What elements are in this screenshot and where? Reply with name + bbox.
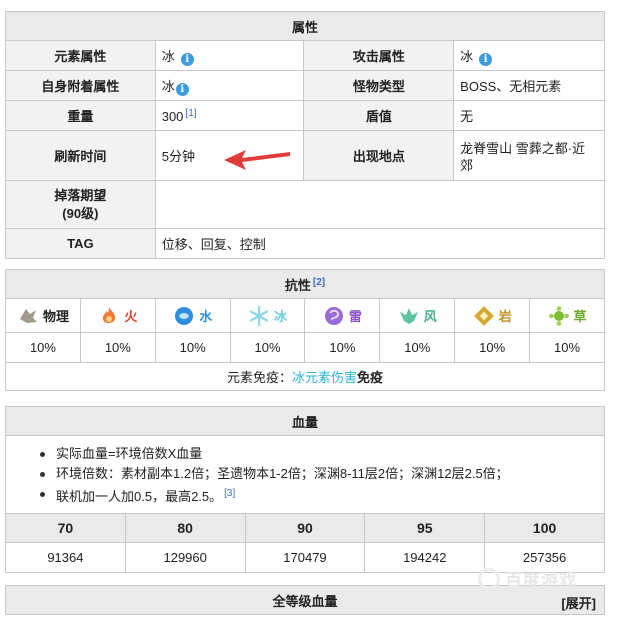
reference-link[interactable]: [3]	[224, 488, 235, 499]
element-attribute-text: 冰	[161, 48, 175, 64]
resist-physical-name: 物理	[42, 309, 69, 324]
resistance-title-text: 抗性	[284, 277, 311, 293]
weight-value: 300 [1]	[154, 100, 305, 131]
weight-label: 重量	[5, 100, 156, 131]
tag-value: 位移、回复、控制	[154, 228, 606, 259]
self-attach-label: 自身附着属性	[5, 70, 156, 101]
immunity-highlight: 冰元素伤害	[291, 370, 357, 385]
monster-type-label: 怪物类型	[303, 70, 455, 101]
resist-hydro: 水	[154, 298, 231, 333]
immunity-suffix: 免疫	[357, 370, 384, 385]
hp-level-95: 95	[364, 513, 486, 543]
attack-attribute-value: 冰i	[453, 40, 605, 71]
physical-icon	[19, 308, 37, 323]
hp-note: 实际血量=环境倍数X血量	[6, 444, 604, 464]
element-immunity: 元素免疫：冰元素伤害免疫	[5, 362, 605, 391]
drop-expectation-level: (90级)	[62, 205, 99, 221]
resist-dendro-value: 10%	[529, 332, 605, 363]
weight-text: 300	[161, 108, 184, 124]
drop-expectation-value	[154, 180, 606, 229]
hp-note-text: 环境倍数：素材副本1.2倍；圣遗物本1-2倍；深渊8-11层2倍；深渊12层2.…	[56, 466, 509, 481]
watermark: 百度游戏	[505, 571, 577, 590]
hp-value-90: 170479	[244, 542, 366, 573]
resist-physical: 物理	[5, 298, 81, 333]
attributes-table: 属性 元素属性 冰i 攻击属性 冰i 自身附着属性 冰i 怪物类型 BOSS、无…	[5, 11, 606, 259]
hydro-icon	[175, 306, 194, 325]
attributes-title: 属性	[5, 11, 605, 41]
resist-geo-name: 岩	[498, 309, 512, 324]
self-attach-value: 冰i	[154, 70, 305, 101]
location-value: 龙脊雪山 雪葬之都·近郊	[453, 130, 605, 181]
resist-pyro: 火	[79, 298, 156, 333]
resist-dendro-name: 草	[573, 309, 587, 324]
hp-value-70: 91364	[5, 542, 126, 573]
attack-attribute-text: 冰	[460, 48, 474, 64]
immunity-prefix: 元素免疫：	[226, 370, 292, 385]
hp-note-text: 实际血量=环境倍数X血量	[56, 446, 203, 461]
resistance-title: 抗性 [2]	[5, 269, 605, 299]
watermark-logo-icon	[478, 568, 500, 590]
anemo-icon	[399, 307, 418, 324]
resist-cryo-name: 冰	[274, 309, 288, 324]
reference-link[interactable]: [2]	[313, 277, 325, 288]
refresh-time-label: 刷新时间	[5, 130, 156, 181]
hp-value-80: 129960	[124, 542, 246, 573]
hp-title: 血量	[5, 406, 605, 436]
resist-hydro-value: 10%	[154, 332, 231, 363]
hp-level-90: 90	[244, 513, 366, 543]
cryo-icon	[249, 305, 269, 326]
resist-pyro-value: 10%	[79, 332, 156, 363]
hp-note: 环境倍数：素材副本1.2倍；圣遗物本1-2倍；深渊8-11层2倍；深渊12层2.…	[6, 464, 604, 484]
self-attach-text: 冰	[161, 78, 175, 94]
monster-type-value: BOSS、无相元素	[453, 70, 605, 101]
resist-cryo: 冰	[229, 298, 306, 333]
hp-notes: 实际血量=环境倍数X血量 环境倍数：素材副本1.2倍；圣遗物本1-2倍；深渊8-…	[5, 435, 605, 514]
attack-attribute-label: 攻击属性	[303, 40, 455, 71]
resist-pyro-name: 火	[124, 309, 138, 324]
resist-anemo-name: 风	[423, 309, 437, 324]
element-attribute-label: 元素属性	[5, 40, 156, 71]
resist-electro-name: 雷	[348, 309, 362, 324]
reference-link[interactable]: [1]	[185, 108, 196, 119]
resist-electro: 雷	[304, 298, 381, 333]
hp-level-100: 100	[484, 513, 605, 543]
resist-anemo: 风	[379, 298, 456, 333]
pyro-icon	[103, 306, 116, 323]
shield-value: 无	[453, 100, 605, 131]
expand-button[interactable]: [展开]	[561, 593, 596, 612]
element-attribute-value: 冰i	[154, 40, 305, 71]
info-icon[interactable]: i	[180, 52, 194, 66]
hp-table: 血量 实际血量=环境倍数X血量 环境倍数：素材副本1.2倍；圣遗物本1-2倍；深…	[5, 406, 605, 573]
resist-cryo-value: 10%	[229, 332, 306, 363]
hp-note-text: 联机加一人加0.5，最高2.5。	[56, 489, 223, 504]
dendro-icon	[548, 305, 569, 326]
drop-expectation-label: 掉落期望 (90级)	[5, 180, 156, 229]
hp-level-70: 70	[5, 513, 126, 543]
drop-expectation-title: 掉落期望	[54, 187, 107, 203]
hp-note: 联机加一人加0.5，最高2.5。 [3]	[6, 484, 604, 507]
shield-label: 盾值	[303, 100, 455, 131]
resist-geo-value: 10%	[454, 332, 531, 363]
resistance-table: 抗性 [2] 物理 火 水 冰 雷 风 岩 草 10% 10% 10% 10% …	[5, 269, 605, 391]
resist-hydro-name: 水	[199, 309, 213, 324]
resist-geo: 岩	[454, 298, 531, 333]
location-label: 出现地点	[303, 130, 455, 181]
geo-icon	[473, 305, 494, 326]
tag-label: TAG	[5, 228, 156, 259]
resist-anemo-value: 10%	[379, 332, 456, 363]
info-icon[interactable]: i	[175, 82, 189, 96]
electro-icon	[324, 306, 343, 325]
resist-dendro: 草	[529, 298, 605, 333]
annotation-arrow-icon	[224, 150, 290, 170]
hp-value-95: 194242	[364, 542, 486, 573]
full-hp-title: 全等级血量	[272, 593, 338, 609]
resist-electro-value: 10%	[304, 332, 381, 363]
info-icon[interactable]: i	[479, 52, 493, 66]
resist-physical-value: 10%	[5, 332, 81, 363]
hp-level-80: 80	[124, 513, 246, 543]
